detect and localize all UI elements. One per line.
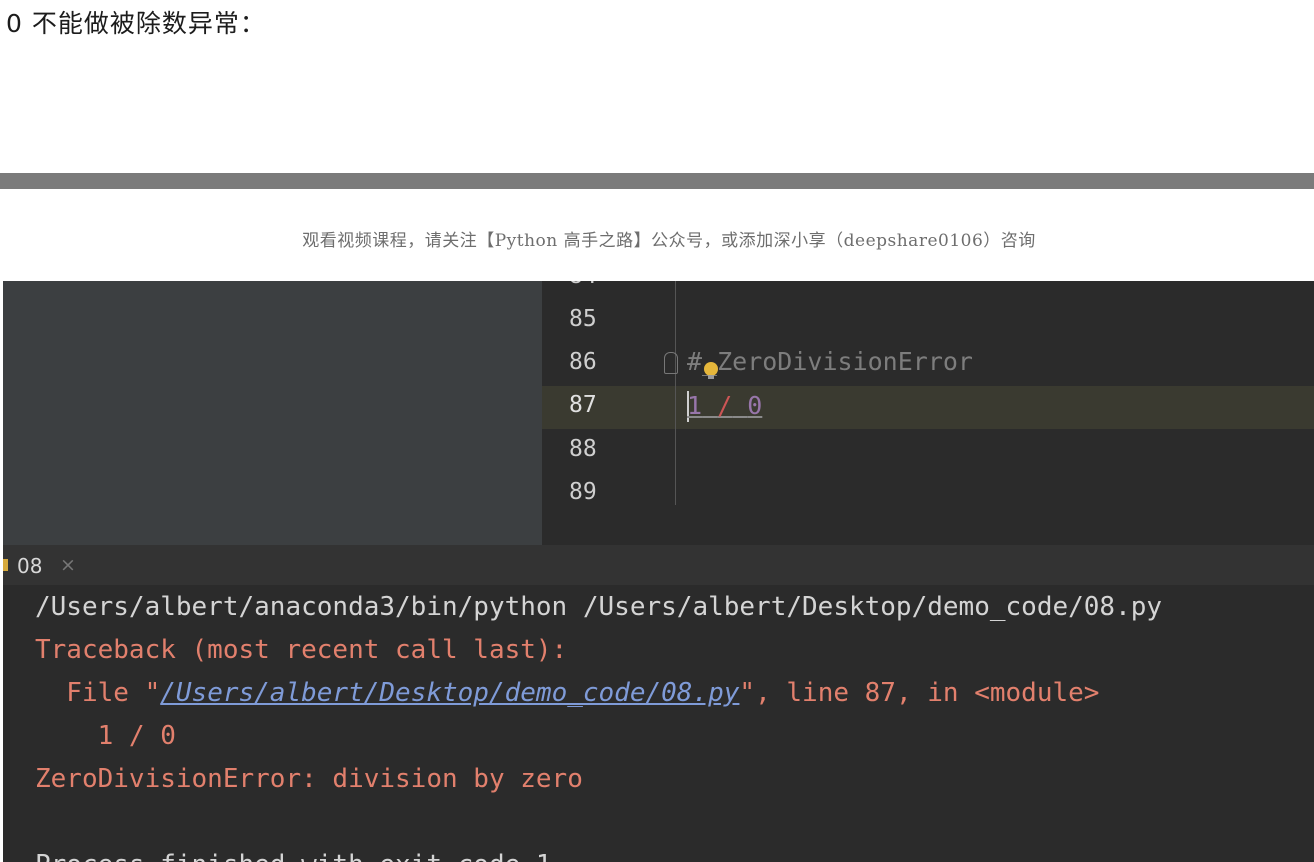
output-traceback-header: Traceback (most recent call last): — [35, 635, 568, 665]
output-file-suffix: ", line 87, in <module> — [739, 678, 1100, 708]
document-heading: 0 不能做被除数异常： — [6, 9, 266, 38]
code-token-operator: / — [717, 391, 733, 420]
output-finish-line: Process finished with exit code 1 — [35, 850, 552, 862]
code-editor[interactable]: 84 85 86 87 88 89 #_ZeroDivisionError 1 … — [542, 281, 1314, 545]
project-panel — [3, 281, 542, 545]
output-error-line: ZeroDivisionError: division by zero — [35, 764, 583, 794]
output-code-line: 1 / 0 — [35, 721, 176, 751]
output-command-line: /Users/albert/anaconda3/bin/python /User… — [35, 592, 1163, 622]
fold-marker-icon[interactable] — [664, 352, 678, 374]
section-divider — [0, 173, 1314, 189]
run-tab-08[interactable]: 08 — [17, 554, 42, 578]
close-icon[interactable]: × — [60, 554, 76, 576]
gutter-divider — [675, 281, 676, 505]
lightbulb-icon[interactable] — [704, 362, 718, 379]
line-number: 86 — [569, 349, 597, 375]
line-number: 88 — [569, 436, 597, 462]
code-line-87: 1 / 0 — [687, 391, 762, 420]
output-file-prefix: File " — [35, 678, 161, 708]
output-file-line: File "/Users/albert/Desktop/demo_code/08… — [35, 678, 1099, 708]
line-number: 89 — [569, 479, 597, 505]
run-output-panel: 08 × /Users/albert/anaconda3/bin/python … — [3, 545, 1314, 862]
run-tab-bar: 08 × — [3, 545, 1314, 585]
source-file-link[interactable]: /Users/albert/Desktop/demo_code/08.py — [160, 678, 739, 708]
current-line-highlight — [542, 386, 1314, 429]
code-comment: #_ZeroDivisionError — [687, 347, 973, 376]
code-token-number: 1 — [687, 391, 703, 420]
line-number: 85 — [569, 306, 597, 332]
python-file-icon — [3, 559, 8, 571]
line-number: 84 — [569, 281, 629, 289]
code-token-number: 0 — [747, 391, 763, 420]
ide-screenshot: 84 85 86 87 88 89 #_ZeroDivisionError 1 … — [3, 281, 1314, 862]
line-number: 87 — [569, 392, 597, 418]
watermark-caption: 观看视频课程，请关注【Python 高手之路】公众号，或添加深小享（deepsh… — [302, 231, 1036, 251]
